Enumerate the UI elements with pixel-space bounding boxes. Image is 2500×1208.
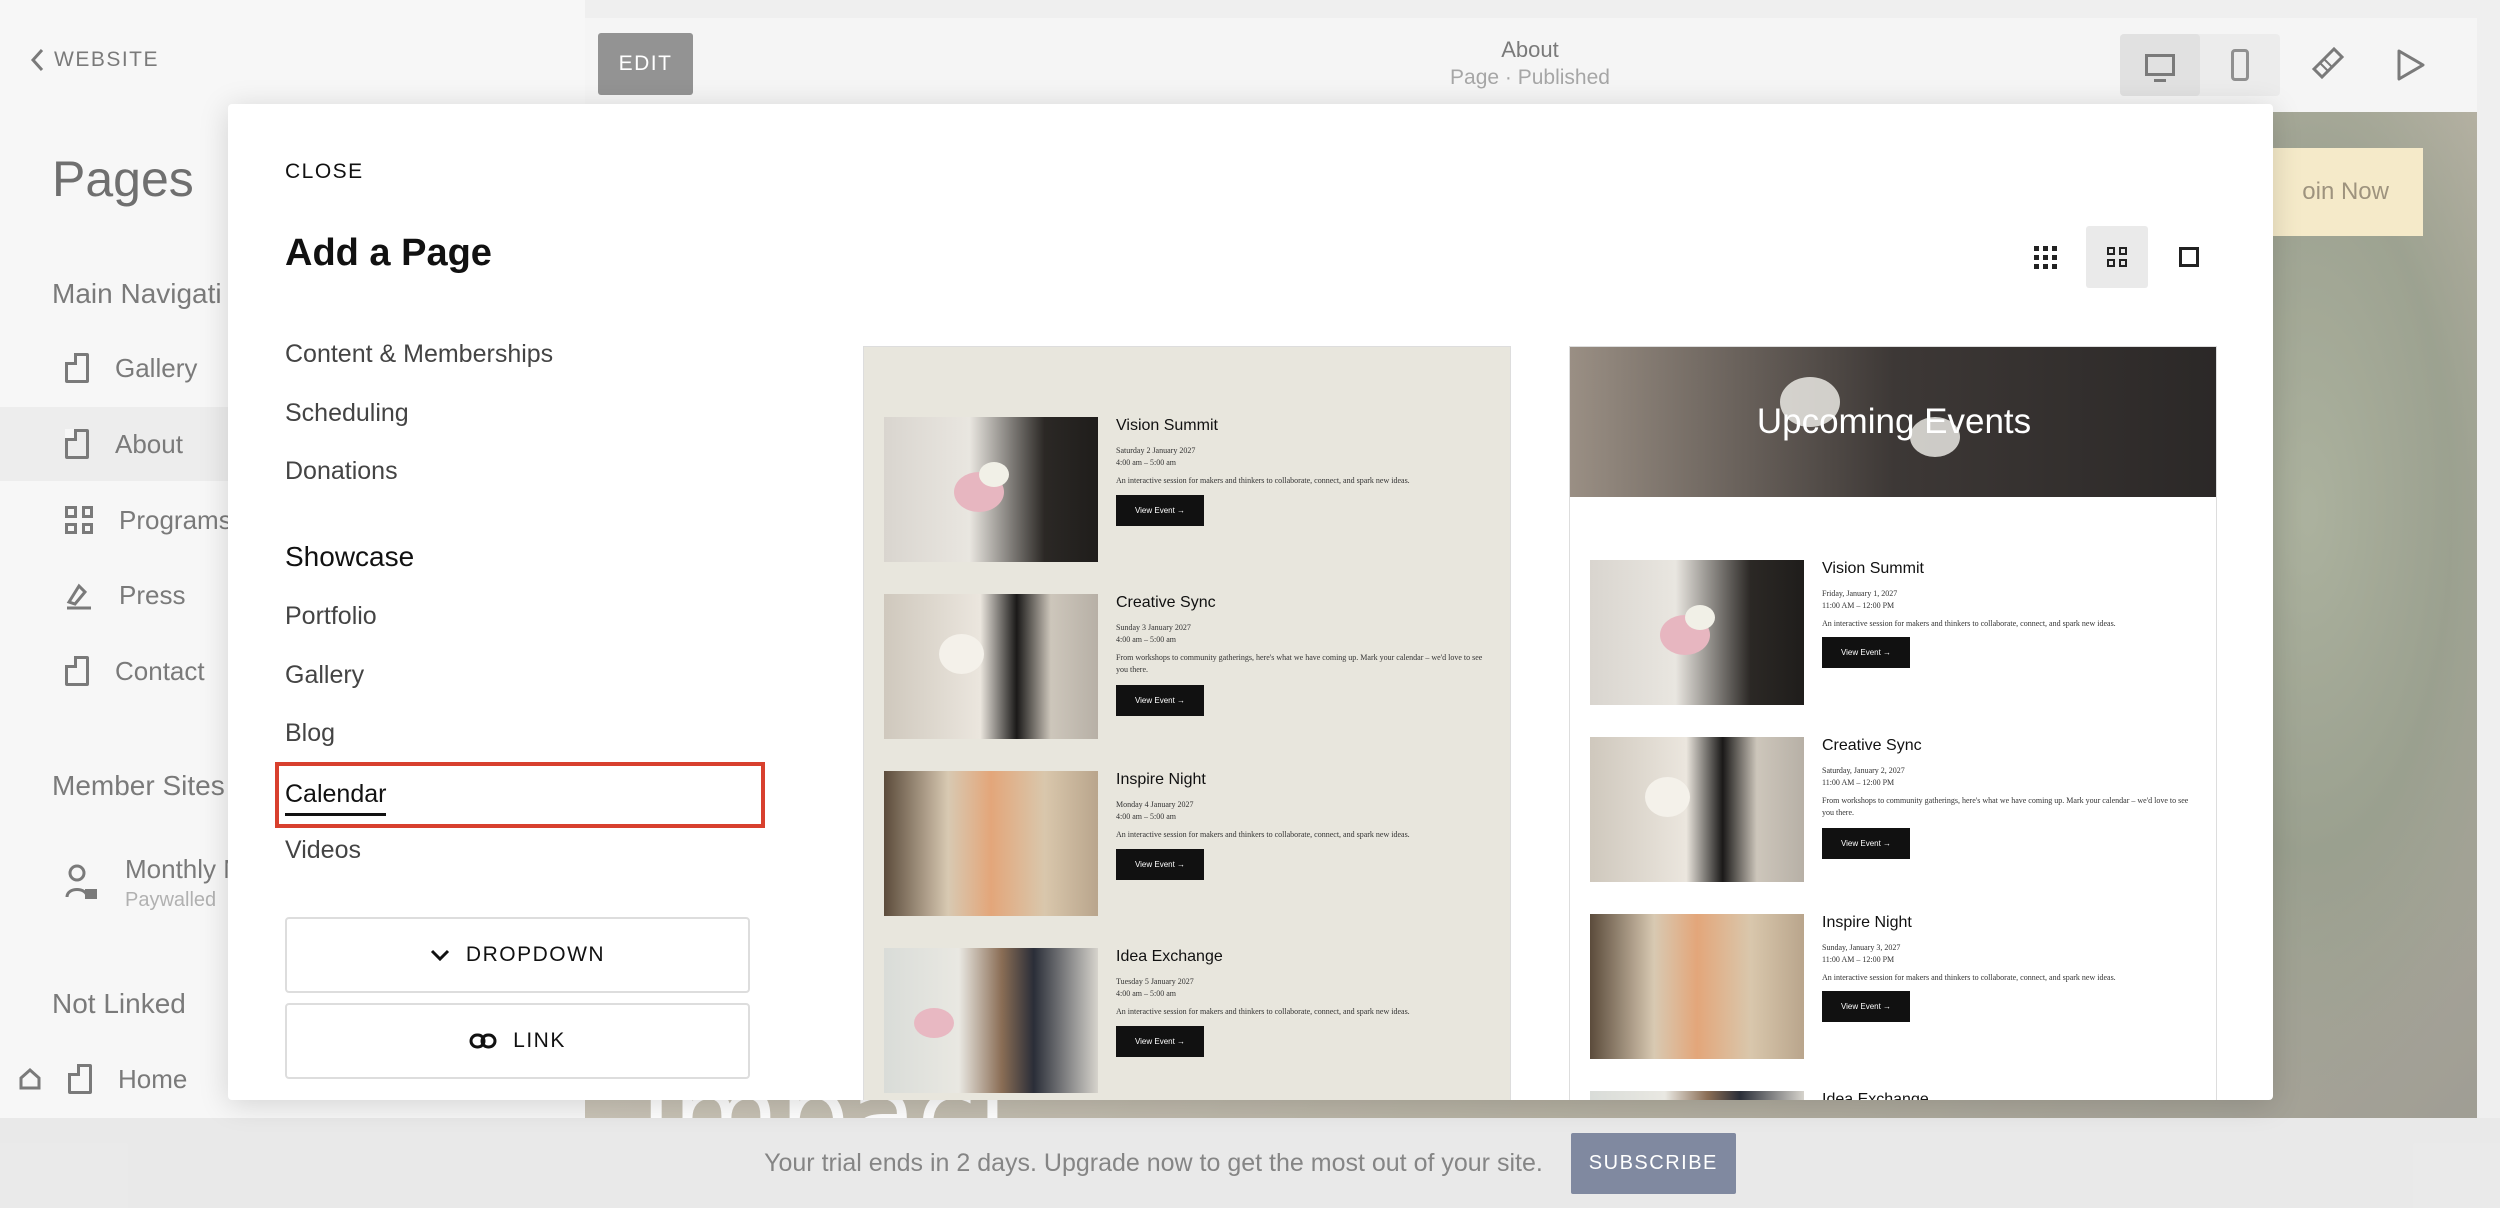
category-donations[interactable]: Donations (285, 457, 398, 486)
event-image (884, 771, 1098, 916)
event-title: Idea Exchange (1116, 948, 1223, 965)
event-title: Inspire Night (1822, 914, 1912, 931)
grid-medium-view-button[interactable] (2086, 226, 2148, 288)
category-gallery[interactable]: Gallery (285, 661, 364, 690)
event-item: Creative Sync Saturday, January 2, 2027 … (1590, 737, 2200, 882)
category-videos[interactable]: Videos (285, 836, 361, 865)
view-event-button[interactable]: View Event → (1116, 849, 1204, 880)
category-blog[interactable]: Blog (285, 719, 335, 748)
add-page-modal: CLOSE Add a Page Content & Memberships S… (228, 104, 2273, 1100)
event-item: Idea Exchange (1590, 1091, 2200, 1100)
event-item: Inspire Night Monday 4 January 2027 4:00… (884, 771, 1494, 916)
event-date: Friday, January 1, 2027 11:00 AM – 12:00… (1822, 589, 1898, 610)
event-image (1590, 737, 1804, 882)
event-date: Sunday 3 January 2027 4:00 am – 5:00 am (1116, 623, 1191, 644)
event-description: An interactive session for makers and th… (1822, 973, 2116, 982)
event-image (884, 948, 1098, 1093)
showcase-heading: Showcase (285, 541, 415, 572)
view-event-button[interactable]: View Event → (1116, 685, 1204, 716)
event-title: Vision Summit (1822, 560, 1924, 577)
modal-title: Add a Page (285, 232, 492, 274)
event-item: Vision Summit Friday, January 1, 2027 11… (1590, 560, 2200, 705)
event-item: Idea Exchange Tuesday 5 January 2027 4:0… (884, 948, 1494, 1093)
category-portfolio[interactable]: Portfolio (285, 602, 377, 631)
events-hero: Upcoming Events (1570, 347, 2216, 497)
view-event-button[interactable]: View Event → (1116, 495, 1204, 526)
calendar-template-a[interactable]: Vision Summit Saturday 2 January 2027 4:… (863, 346, 1511, 1100)
event-description: An interactive session for makers and th… (1116, 830, 1410, 839)
category-content-memberships[interactable]: Content & Memberships (285, 340, 553, 369)
event-date: Saturday 2 January 2027 4:00 am – 5:00 a… (1116, 446, 1196, 467)
close-button[interactable]: CLOSE (285, 160, 364, 184)
calendar-template-b[interactable]: Upcoming Events Vision Summit Friday, Ja… (1569, 346, 2217, 1100)
add-link-button[interactable]: LINK (285, 1003, 750, 1079)
event-item: Vision Summit Saturday 2 January 2027 4:… (884, 417, 1494, 562)
grid-small-view-icon (2033, 245, 2057, 269)
event-image (1590, 560, 1804, 705)
single-view-button[interactable] (2158, 226, 2220, 288)
event-date: Sunday, January 3, 2027 11:00 AM – 12:00… (1822, 943, 1901, 964)
view-event-button[interactable]: View Event → (1116, 1026, 1204, 1057)
view-event-button[interactable]: View Event → (1822, 991, 1910, 1022)
link-icon (469, 1033, 497, 1049)
view-event-button[interactable]: View Event → (1822, 828, 1910, 859)
event-description: From workshops to community gatherings, … (1822, 796, 2189, 817)
event-title: Idea Exchange (1822, 1091, 1929, 1100)
event-image (884, 594, 1098, 739)
events-hero-title: Upcoming Events (1756, 402, 2032, 441)
event-title: Creative Sync (1116, 594, 1216, 611)
view-size-toggles (2014, 226, 2220, 288)
chevron-down-icon (430, 949, 449, 961)
grid-small-view-button[interactable] (2014, 226, 2076, 288)
event-description: An interactive session for makers and th… (1116, 476, 1410, 485)
view-event-button[interactable]: View Event → (1822, 637, 1910, 668)
event-title: Inspire Night (1116, 771, 1206, 788)
event-description: An interactive session for makers and th… (1822, 619, 2116, 628)
event-title: Vision Summit (1116, 417, 1218, 434)
event-date: Tuesday 5 January 2027 4:00 am – 5:00 am (1116, 977, 1194, 998)
event-image (1590, 914, 1804, 1059)
link-label: LINK (513, 1029, 566, 1052)
event-image (884, 417, 1098, 562)
event-description: From workshops to community gatherings, … (1116, 653, 1483, 674)
category-calendar-selected[interactable]: Calendar (275, 762, 765, 828)
event-date: Monday 4 January 2027 4:00 am – 5:00 am (1116, 800, 1194, 821)
category-calendar-label: Calendar (285, 780, 387, 816)
event-description: An interactive session for makers and th… (1116, 1007, 1410, 1016)
add-dropdown-button[interactable]: DROPDOWN (285, 917, 750, 993)
event-image (1590, 1091, 1804, 1100)
event-date: Saturday, January 2, 2027 11:00 AM – 12:… (1822, 766, 1905, 787)
event-title: Creative Sync (1822, 737, 1922, 754)
grid-medium-view-icon (2107, 247, 2127, 267)
single-view-icon (2179, 247, 2199, 267)
event-item: Inspire Night Sunday, January 3, 2027 11… (1590, 914, 2200, 1059)
category-scheduling[interactable]: Scheduling (285, 399, 409, 428)
dropdown-label: DROPDOWN (465, 943, 606, 966)
event-item: Creative Sync Sunday 3 January 2027 4:00… (884, 594, 1494, 739)
